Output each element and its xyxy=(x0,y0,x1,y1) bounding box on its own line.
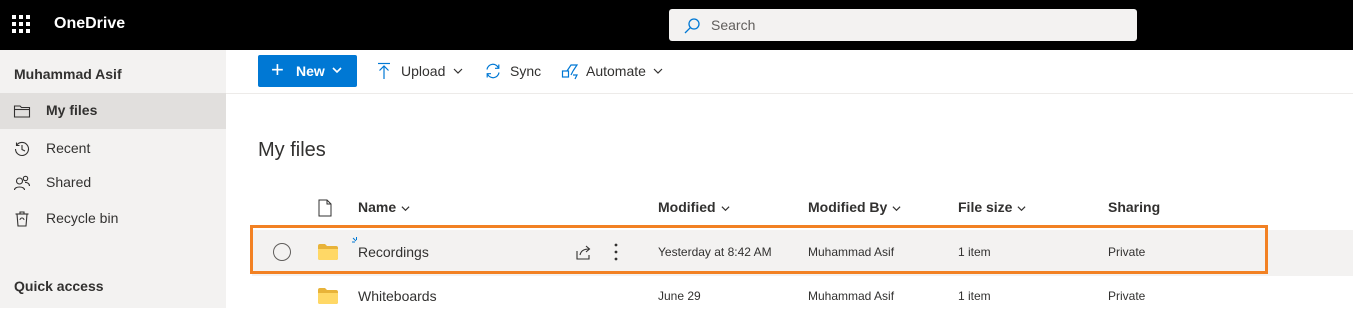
column-label: Sharing xyxy=(1108,199,1161,215)
sidebar-item-my-files[interactable]: My files xyxy=(0,93,226,129)
chevron-down-icon xyxy=(453,68,463,74)
app-launcher-icon[interactable] xyxy=(12,15,30,33)
table-row[interactable]: Whiteboards June 29 Muhammad Asif 1 item… xyxy=(252,276,1353,322)
file-size-cell: 1 item xyxy=(958,289,991,303)
new-button[interactable]: + New xyxy=(258,55,357,87)
sidebar-item-shared[interactable]: Shared xyxy=(0,165,226,201)
column-label: Name xyxy=(358,199,397,215)
sync-icon xyxy=(486,63,500,79)
upload-icon xyxy=(378,62,390,79)
sidebar-item-label: Recent xyxy=(46,140,91,156)
column-header-sharing[interactable]: Sharing xyxy=(1108,199,1160,215)
column-label: Modified By xyxy=(808,199,888,215)
column-header-modified[interactable]: Modified xyxy=(658,199,730,215)
column-header-file-size[interactable]: File size xyxy=(958,199,1026,215)
chevron-down-icon xyxy=(1017,206,1026,211)
new-button-label: New xyxy=(296,63,325,79)
upload-label: Upload xyxy=(401,63,446,79)
sidebar-item-recycle-bin[interactable]: Recycle bin xyxy=(0,201,226,237)
search-box[interactable] xyxy=(669,9,1137,41)
chevron-down-icon xyxy=(721,206,730,211)
column-label: File size xyxy=(958,199,1013,215)
sync-label: Sync xyxy=(510,63,542,79)
automate-icon xyxy=(561,64,579,80)
top-bar: OneDrive xyxy=(0,0,1353,50)
file-type-icon[interactable] xyxy=(318,199,332,217)
sidebar-item-label: Recycle bin xyxy=(46,210,119,226)
history-icon xyxy=(14,141,30,157)
sidebar-item-label: Shared xyxy=(46,174,92,190)
chevron-down-icon xyxy=(332,67,342,74)
recycle-bin-icon xyxy=(15,211,29,227)
automate-button[interactable]: Automate xyxy=(561,55,671,87)
quick-access-heading[interactable]: Quick access xyxy=(14,278,104,294)
chevron-down-icon xyxy=(653,68,663,74)
people-icon xyxy=(13,175,31,191)
sidebar: Muhammad Asif My files Recent Shared Rec… xyxy=(0,50,226,308)
automate-label: Automate xyxy=(586,63,646,79)
search-input[interactable] xyxy=(711,15,1111,35)
command-bar: + New Upload Sync Automate xyxy=(226,50,1353,94)
folder-icon xyxy=(13,105,31,118)
highlight-annotation-box xyxy=(250,225,1268,274)
modified-by-cell[interactable]: Muhammad Asif xyxy=(808,289,894,303)
app-title[interactable]: OneDrive xyxy=(54,15,125,33)
folder-icon xyxy=(318,288,338,304)
chevron-down-icon xyxy=(892,206,901,211)
file-name-link[interactable]: Whiteboards xyxy=(358,288,437,304)
column-header-modified-by[interactable]: Modified By xyxy=(808,199,901,215)
sidebar-item-recent[interactable]: Recent xyxy=(0,131,226,167)
sync-button[interactable]: Sync xyxy=(484,55,544,87)
chevron-down-icon xyxy=(401,206,410,211)
sidebar-item-label: My files xyxy=(46,102,98,118)
modified-cell: June 29 xyxy=(658,289,701,303)
page-title: My files xyxy=(258,139,326,161)
search-icon xyxy=(684,18,700,34)
upload-button[interactable]: Upload xyxy=(376,55,466,87)
sharing-cell[interactable]: Private xyxy=(1108,289,1145,303)
column-label: Modified xyxy=(658,199,716,215)
user-name: Muhammad Asif xyxy=(14,66,122,82)
column-header-name[interactable]: Name xyxy=(358,199,410,215)
plus-icon: + xyxy=(271,57,284,82)
